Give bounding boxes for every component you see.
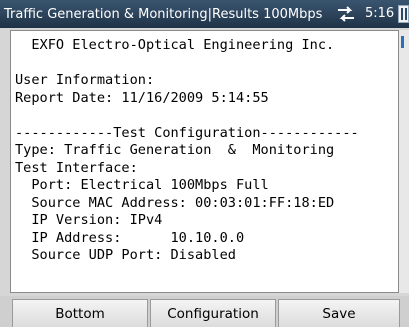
report-text: EXFO Electro-Optical Engineering Inc. Us… xyxy=(11,31,398,265)
save-button[interactable]: Save xyxy=(278,299,400,327)
report-line: Source UDP Port: Disabled xyxy=(15,247,236,263)
traffic-arrows-icon xyxy=(336,5,356,23)
clock-time: 5:16 xyxy=(365,6,395,21)
battery-icon xyxy=(398,5,409,23)
report-line: EXFO Electro-Optical Engineering Inc. xyxy=(15,37,335,53)
scrollbar-thumb[interactable] xyxy=(401,36,404,48)
report-line: Test Interface: xyxy=(15,159,138,176)
report-line: Type: Traffic Generation & Monitoring xyxy=(15,142,335,158)
report-panel[interactable]: EXFO Electro-Optical Engineering Inc. Us… xyxy=(10,30,399,293)
title-bar: Traffic Generation & Monitoring|Results … xyxy=(0,0,409,28)
report-line: User Information: xyxy=(15,72,155,88)
report-line: Source MAC Address: 00:03:01:FF:18:ED xyxy=(15,194,335,211)
scrollbar[interactable] xyxy=(399,30,409,293)
report-line: IP Address: 10.10.0.0 xyxy=(15,229,245,246)
bottom-button-bar: Bottom Configuration Save xyxy=(0,296,409,327)
report-line: Port: Electrical 100Mbps Full xyxy=(15,177,269,193)
configuration-button[interactable]: Configuration xyxy=(150,299,276,327)
window-title: Traffic Generation & Monitoring|Results … xyxy=(4,6,323,22)
report-line: Report Date: 11/16/2009 5:14:55 xyxy=(15,89,269,106)
report-line: ------------Test Configuration----------… xyxy=(15,124,359,141)
bottom-button[interactable]: Bottom xyxy=(12,299,148,327)
report-line: IP Version: IPv4 xyxy=(15,212,163,228)
